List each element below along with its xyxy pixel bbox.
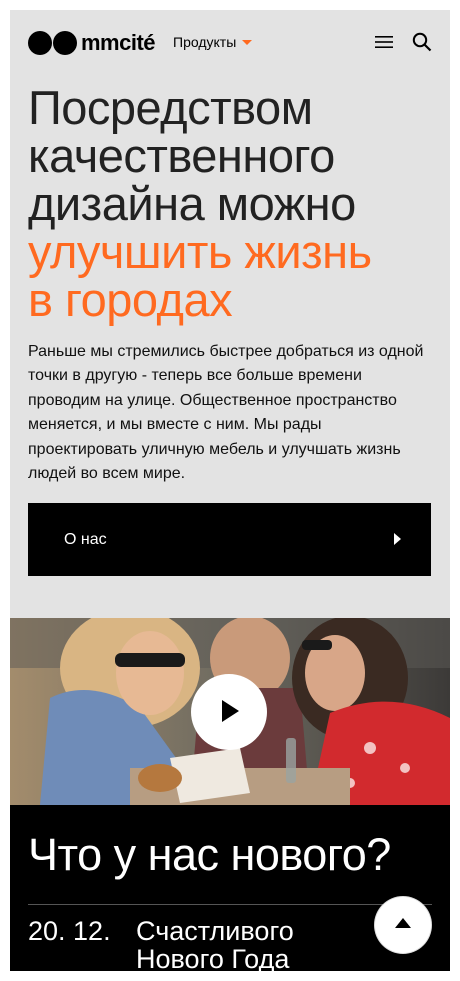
brand-name: mmcité [81,30,156,55]
logo-dot-icon [28,31,52,55]
page: mmcité Продукты Посредством качественног… [10,10,450,971]
news-date: 20. 12. [28,916,111,946]
headline-line: качественного [28,129,335,182]
video-player[interactable] [10,618,450,805]
divider [28,904,432,905]
play-button[interactable] [191,674,267,750]
caret-down-icon [242,39,253,45]
about-button[interactable]: О нас [28,503,431,576]
hero-headline: Посредством качественного дизайна можно … [28,84,438,324]
play-icon [222,700,239,722]
logo-dot-icon [53,31,77,55]
site-header: mmcité Продукты [10,10,450,74]
scroll-to-top-button[interactable] [375,897,431,953]
news-title: Что у нас нового? [28,829,391,880]
arrow-up-icon [395,918,411,928]
about-button-label: О нас [64,531,107,548]
news-item-title[interactable]: Счастливого Нового Года [136,917,356,971]
search-icon[interactable] [412,32,432,52]
arrow-right-icon [394,533,401,545]
products-menu[interactable]: Продукты [173,34,253,50]
headline-accent-line: в городах [28,273,233,326]
headline-line: Посредством [28,81,313,134]
logo[interactable]: mmcité [28,30,156,56]
hamburger-icon[interactable] [374,34,394,50]
headline-line: дизайна можно [28,177,356,230]
headline-accent-line: улучшить жизнь [28,225,372,278]
intro-text: Раньше мы стремились быстрее добраться и… [28,343,424,483]
products-label: Продукты [173,34,237,50]
